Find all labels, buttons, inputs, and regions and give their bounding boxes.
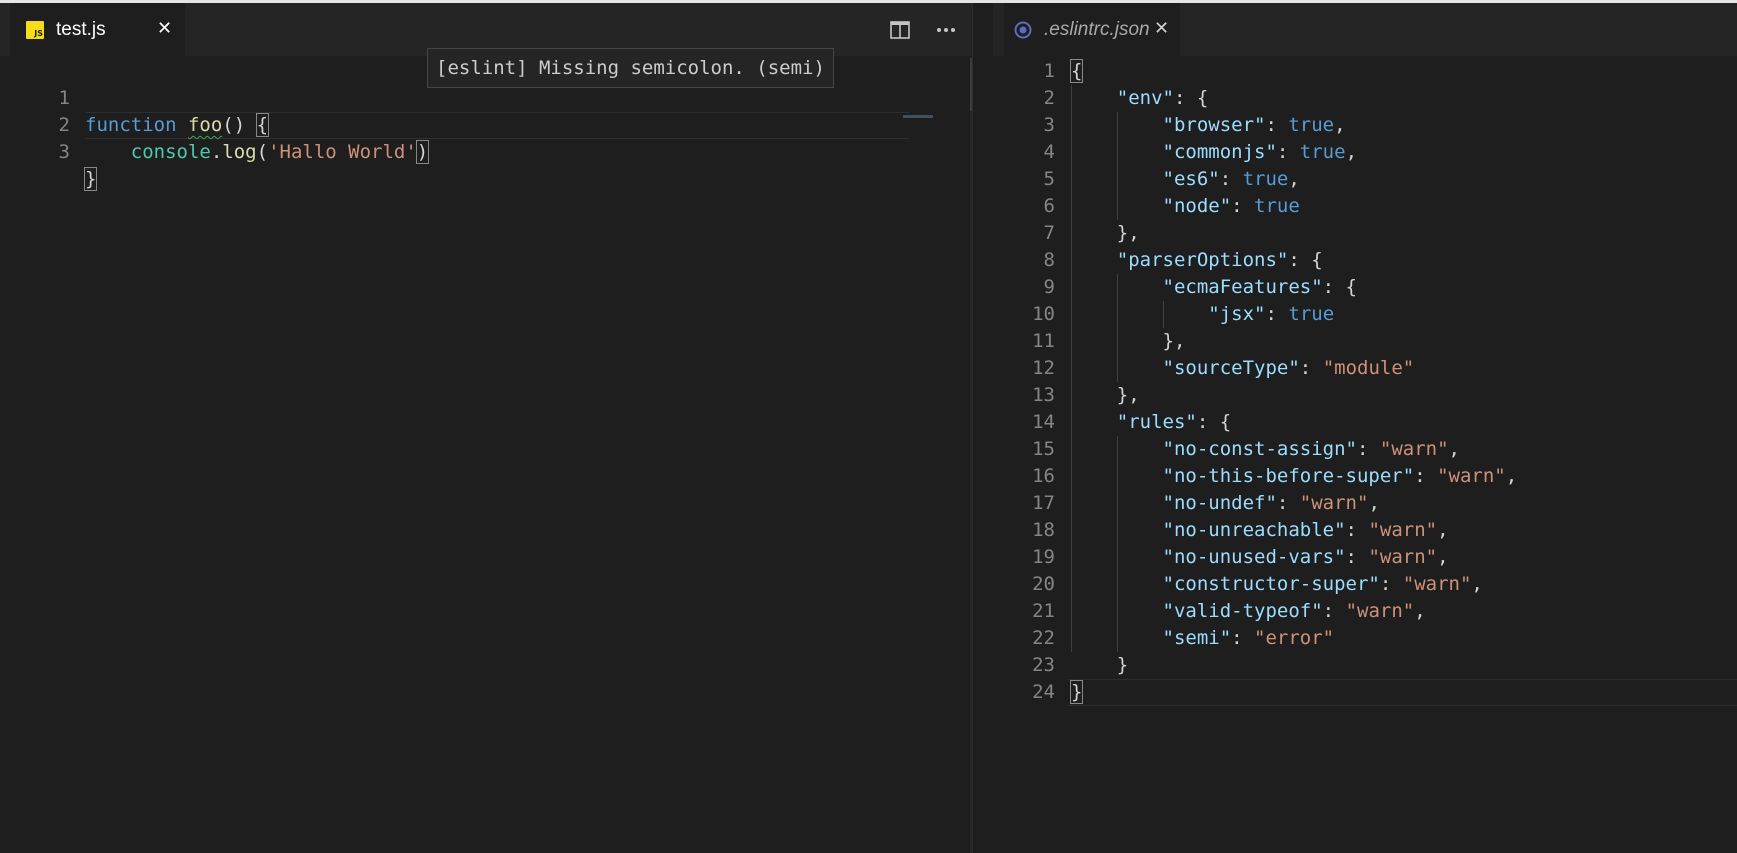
line-text: },	[1162, 330, 1186, 352]
line-text: "no-this-before-super": "warn",	[1162, 465, 1518, 487]
line-text: "no-const-assign": "warn",	[1162, 438, 1460, 460]
line-text: "commonjs": true,	[1162, 141, 1358, 163]
line-number: 13	[1032, 384, 1055, 406]
line-text: "node": true	[1162, 195, 1300, 217]
line-text: "rules": {	[1116, 411, 1232, 433]
close-icon[interactable]: ✕	[157, 18, 172, 39]
line-number: 5	[1043, 168, 1055, 190]
line-text: "sourceType": "module"	[1162, 357, 1415, 379]
line-text: "no-undef": "warn",	[1162, 492, 1380, 514]
minimap[interactable]	[903, 115, 933, 118]
code-line: 3 }	[0, 112, 993, 191]
line-number: 18	[1032, 519, 1055, 541]
line-number: 20	[1032, 573, 1055, 595]
line-number: 7	[1043, 222, 1055, 244]
close-icon[interactable]: ✕	[1154, 18, 1169, 39]
line-text: console.log('Hallo World')	[130, 140, 430, 164]
line-number: 3	[58, 141, 70, 163]
line-text: "no-unused-vars": "warn",	[1162, 546, 1449, 568]
line-text: "valid-typeof": "warn",	[1162, 600, 1426, 622]
line-number: 6	[1043, 195, 1055, 217]
tab-label: test.js	[56, 18, 106, 40]
line-number: 3	[1043, 114, 1055, 136]
line-text: {	[1069, 59, 1084, 83]
line-text: }	[1116, 654, 1129, 676]
line-number: 12	[1032, 357, 1055, 379]
line-number: 4	[1043, 141, 1055, 163]
tab-bar-right: .eslintrc.json ✕	[993, 3, 1737, 56]
line-text: "parserOptions": {	[1116, 249, 1323, 271]
line-text: },	[1116, 384, 1140, 406]
code-editor-left[interactable]: 1 function foo() { 2 console.log('Hallo …	[0, 58, 993, 853]
line-number: 17	[1032, 492, 1055, 514]
line-text: "env": {	[1116, 87, 1209, 109]
tab-label: .eslintrc.json	[1044, 18, 1150, 40]
editor-actions	[889, 19, 957, 41]
editor-group-right: .eslintrc.json ✕ 1 { 2 "env": { 3 "browse…	[993, 3, 1737, 853]
line-text: "jsx": true	[1208, 303, 1335, 325]
line-text: "constructor-super": "warn",	[1162, 573, 1483, 595]
line-text: "no-unreachable": "warn",	[1162, 519, 1449, 541]
tab-eslintrc-json[interactable]: .eslintrc.json ✕	[1004, 3, 1180, 56]
js-file-icon: JS	[26, 20, 44, 39]
line-number: 15	[1032, 438, 1055, 460]
line-number: 11	[1032, 330, 1055, 352]
line-text: "es6": true,	[1162, 168, 1300, 190]
line-number: 1	[1043, 60, 1055, 82]
line-number: 24	[1032, 681, 1055, 703]
editor-group-sash[interactable]	[972, 3, 993, 853]
line-number: 9	[1043, 276, 1055, 298]
line-text: "semi": "error"	[1162, 627, 1335, 649]
line-text: "ecmaFeatures": {	[1162, 276, 1357, 298]
line-text: "browser": true,	[1162, 114, 1346, 136]
line-number: 2	[1043, 87, 1055, 109]
editor-group-left: JS test.js ✕ 1 function foo() { 2 consol…	[0, 3, 993, 853]
tab-test-js[interactable]: JS test.js ✕	[10, 3, 185, 56]
line-text: }	[1069, 680, 1084, 704]
line-number: 21	[1032, 600, 1055, 622]
line-number: 10	[1032, 303, 1055, 325]
more-actions-icon[interactable]	[935, 19, 957, 41]
line-text: }	[83, 167, 98, 191]
code-editor-right[interactable]: 1 { 2 "env": { 3 "browser": true, 4 "comm…	[993, 58, 1737, 853]
line-number: 14	[1032, 411, 1055, 433]
code-line: 2 console.log('Hallo World')	[0, 85, 993, 164]
eslint-hover-tooltip: [eslint] Missing semicolon. (semi)	[427, 48, 834, 88]
json-settings-icon	[1014, 21, 1032, 39]
line-text: },	[1116, 222, 1140, 244]
line-number: 19	[1032, 546, 1055, 568]
line-number: 8	[1043, 249, 1055, 271]
line-number: 23	[1032, 654, 1055, 676]
line-number: 16	[1032, 465, 1055, 487]
line-number: 22	[1032, 627, 1055, 649]
split-editor-icon[interactable]	[889, 19, 911, 41]
